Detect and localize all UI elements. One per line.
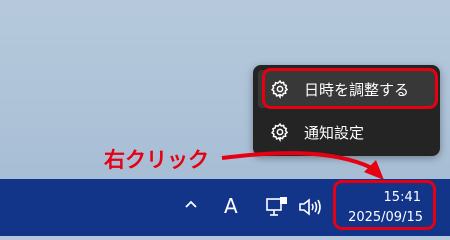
ime-indicator[interactable]: A	[224, 194, 238, 218]
chevron-up-icon[interactable]	[183, 196, 199, 212]
taskbar-clock[interactable]: 15:41 2025/09/15	[333, 180, 436, 230]
clock-time: 15:41	[383, 190, 421, 205]
network-icon[interactable]	[265, 196, 289, 218]
speaker-icon[interactable]	[298, 197, 324, 217]
clock-date: 2025/09/15	[348, 210, 423, 225]
